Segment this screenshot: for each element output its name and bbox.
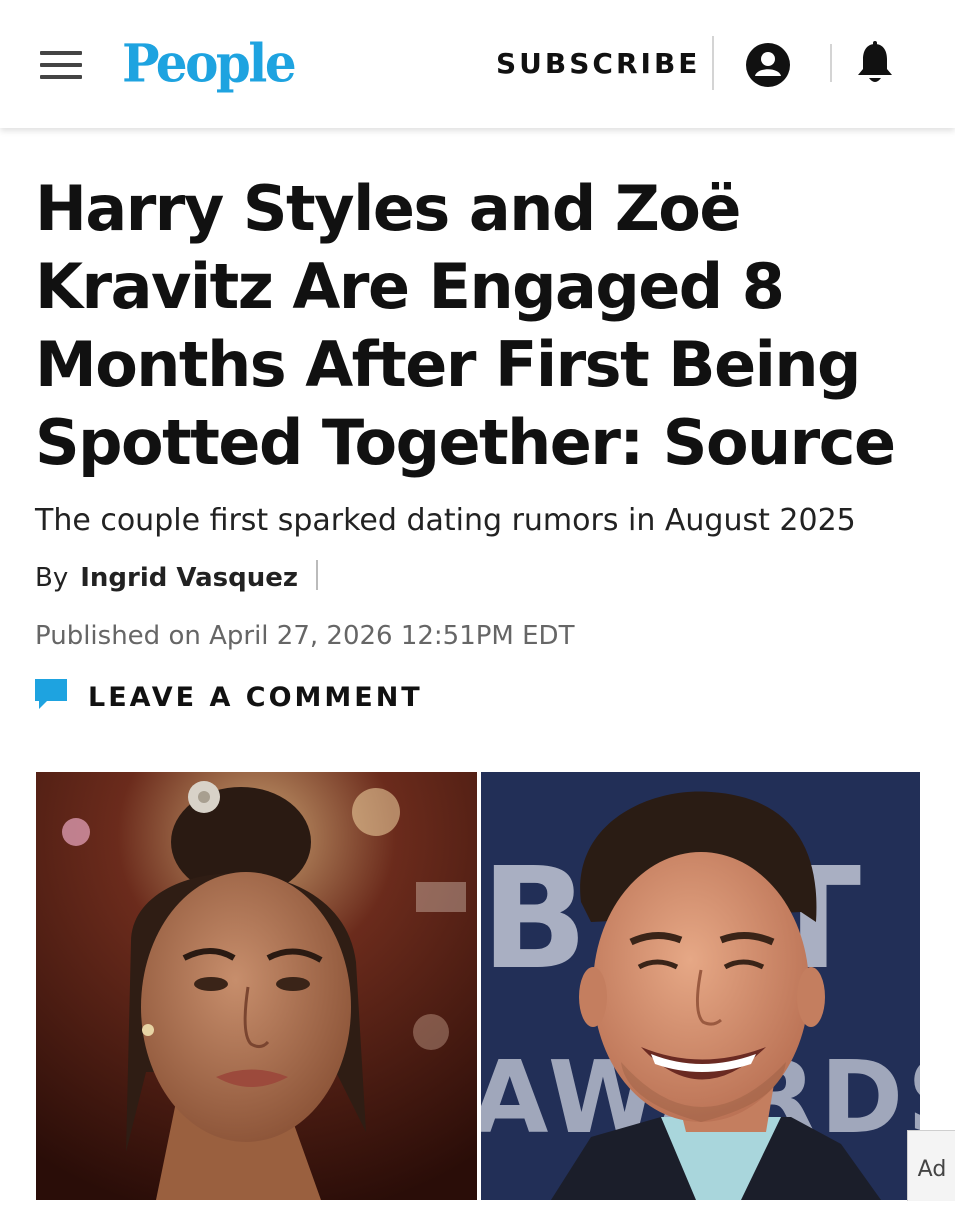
site-header: People SUBSCRIBE — [0, 0, 955, 128]
photo-zoe-kravitz — [36, 772, 477, 1200]
photo-harry-styles: BRIT AWARDS — [481, 772, 920, 1200]
article-headline: Harry Styles and Zoë Kravitz Are Engaged… — [35, 172, 896, 479]
article-subheadline: The couple first sparked dating rumors i… — [35, 503, 856, 538]
author-link[interactable]: Ingrid Vasquez — [80, 563, 298, 593]
byline-divider — [316, 560, 319, 590]
account-icon[interactable] — [745, 42, 791, 88]
header-divider — [830, 44, 832, 82]
header-divider — [712, 36, 714, 90]
people-logo[interactable]: People — [122, 32, 297, 95]
hamburger-menu-icon[interactable] — [40, 51, 84, 81]
subscribe-button[interactable]: SUBSCRIBE — [496, 46, 700, 82]
publish-date: Published on April 27, 2026 12:51PM EDT — [35, 621, 575, 651]
comment-icon — [35, 679, 67, 709]
bell-icon[interactable] — [855, 40, 895, 86]
byline-prefix: By — [35, 563, 69, 593]
leave-comment-label: LEAVE A COMMENT — [88, 682, 423, 713]
ad-badge[interactable]: Ad — [907, 1130, 955, 1201]
byline: By Ingrid Vasquez — [35, 558, 319, 598]
